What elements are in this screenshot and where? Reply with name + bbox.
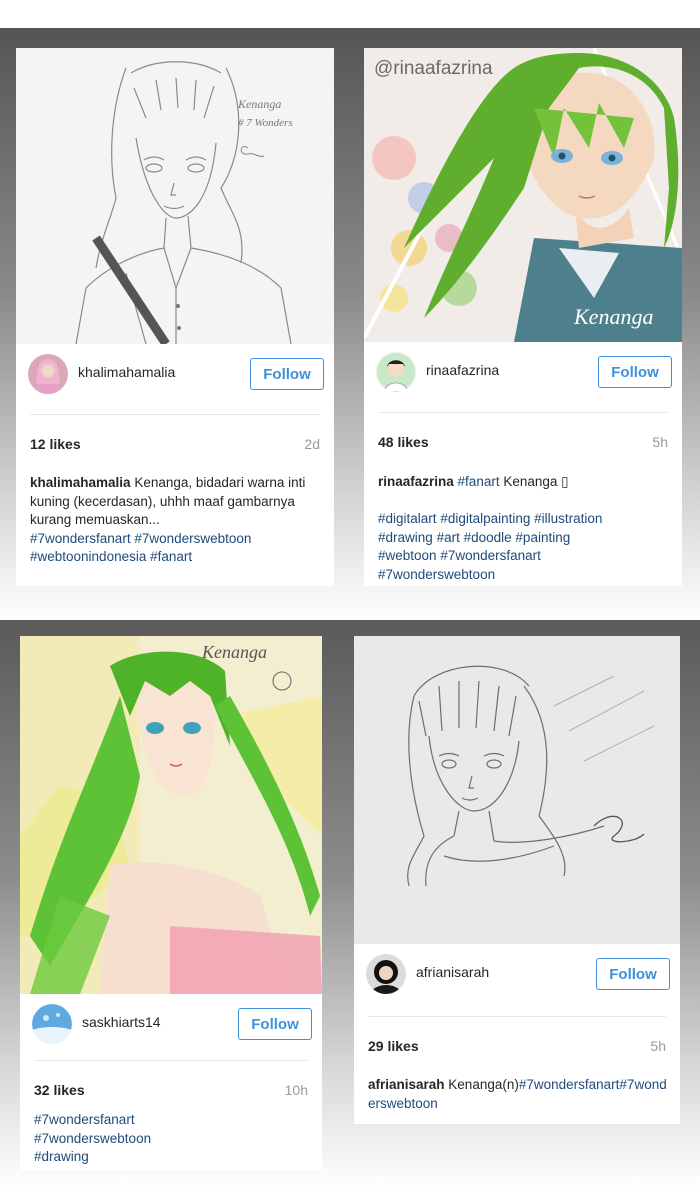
hashtag-link[interactable]: #doodle	[464, 530, 512, 545]
likes-count[interactable]: 12 likes	[30, 436, 81, 452]
follow-button[interactable]: Follow	[598, 356, 672, 388]
post-header: saskhiarts14 Follow	[20, 994, 322, 1054]
hashtag-link[interactable]: #fanart	[458, 474, 500, 489]
hashtag-link[interactable]: #drawing	[378, 530, 433, 545]
post-caption: rinaafazrina #fanart Kenanga ▯	[378, 473, 670, 492]
sketch-handwriting-2: # 7 Wonders	[238, 117, 293, 129]
post-timestamp: 5h	[652, 434, 668, 450]
avatar[interactable]	[32, 1004, 72, 1044]
hashtag-link[interactable]: #fanart	[150, 549, 192, 564]
post-card-1: Kenanga # 7 Wonders khalimahamalia Follo…	[16, 48, 334, 586]
hashtag-link[interactable]: #webtoon	[378, 548, 437, 563]
post-image-colored-pencil: Kenanga	[20, 636, 322, 994]
graphite-sketch-illustration	[354, 636, 680, 944]
post-card-2: @rinaafazrina Kenanga rinaafazrina Follo…	[364, 48, 682, 586]
hashtag-link[interactable]: #art	[437, 530, 460, 545]
post-card-3: Kenanga saskhiarts14 Follow 32 likes 10h…	[20, 636, 322, 1170]
sketch-illustration: Kenanga # 7 Wonders	[16, 48, 334, 344]
hashtag-link[interactable]: #7wonderswebtoon	[34, 1131, 151, 1146]
artwork-watermark: @rinaafazrina	[374, 58, 493, 79]
avatar[interactable]	[376, 352, 416, 392]
caption-text: Kenanga	[499, 474, 562, 489]
post-timestamp: 5h	[650, 1038, 666, 1054]
username[interactable]: saskhiarts14	[82, 1014, 161, 1030]
avatar[interactable]	[366, 954, 406, 994]
divider	[30, 414, 320, 415]
hashtag-list: #7wondersfanart #7wonderswebtoon #drawin…	[34, 1111, 310, 1167]
hashtag-link[interactable]: #webtoonindonesia	[30, 549, 146, 564]
colored-pencil-illustration: Kenanga	[20, 636, 322, 994]
hashtag-link[interactable]: #7wondersfanart	[30, 531, 131, 546]
hashtag-link[interactable]: #7wondersfanart	[34, 1112, 135, 1127]
divider	[368, 1016, 666, 1017]
caption-username[interactable]: rinaafazrina	[378, 474, 454, 489]
caption-username[interactable]: afrianisarah	[368, 1077, 445, 1092]
caption-text: Kenanga(n)	[444, 1077, 519, 1092]
post-card-4: afrianisarah Follow 29 likes 5h afrianis…	[354, 636, 680, 1124]
divider	[378, 412, 668, 413]
likes-count[interactable]: 32 likes	[34, 1082, 85, 1098]
likes-count[interactable]: 29 likes	[368, 1038, 419, 1054]
post-image-graphite-sketch	[354, 636, 680, 944]
avatar[interactable]	[28, 354, 68, 394]
hashtag-link[interactable]: #drawing	[34, 1149, 89, 1164]
hashtag-link[interactable]: #7wonderswebtoon	[134, 531, 251, 546]
post-timestamp: 10h	[284, 1082, 308, 1098]
hashtag-link[interactable]: #illustration	[534, 511, 602, 526]
artwork-handwriting: Kenanga	[201, 642, 267, 662]
post-image-pencil-sketch: Kenanga # 7 Wonders	[16, 48, 334, 344]
post-image-digital-painting: @rinaafazrina Kenanga	[364, 48, 682, 342]
artwork-signature: Kenanga	[573, 304, 653, 329]
emoji-placeholder: ▯	[561, 474, 569, 489]
hashtag-link[interactable]: #digitalpainting	[440, 511, 530, 526]
post-header: khalimahamalia Follow	[16, 344, 334, 404]
hashtag-link[interactable]: #7wonderswebtoon	[378, 567, 495, 582]
likes-count[interactable]: 48 likes	[378, 434, 429, 450]
divider	[34, 1060, 308, 1061]
post-header: afrianisarah Follow	[354, 944, 680, 1004]
sketch-handwriting-1: Kenanga	[237, 97, 281, 111]
hashtag-link[interactable]: #painting	[515, 530, 570, 545]
hashtag-list: #digitalart #digitalpainting #illustrati…	[378, 510, 670, 584]
follow-button[interactable]: Follow	[596, 958, 670, 990]
caption-username[interactable]: khalimahamalia	[30, 475, 131, 490]
post-caption: afrianisarah Kenanga(n)#7wondersfanart#7…	[368, 1076, 668, 1113]
hashtag-link[interactable]: #7wondersfanart	[440, 548, 541, 563]
follow-button[interactable]: Follow	[250, 358, 324, 390]
username[interactable]: khalimahamalia	[78, 364, 175, 380]
digital-painting-illustration: @rinaafazrina Kenanga	[364, 48, 682, 342]
username[interactable]: rinaafazrina	[426, 362, 499, 378]
follow-button[interactable]: Follow	[238, 1008, 312, 1040]
hashtag-link[interactable]: #digitalart	[378, 511, 437, 526]
post-caption: khalimahamalia Kenanga, bidadari warna i…	[30, 474, 322, 567]
post-header: rinaafazrina Follow	[364, 342, 682, 402]
post-timestamp: 2d	[304, 436, 320, 452]
username[interactable]: afrianisarah	[416, 964, 489, 980]
